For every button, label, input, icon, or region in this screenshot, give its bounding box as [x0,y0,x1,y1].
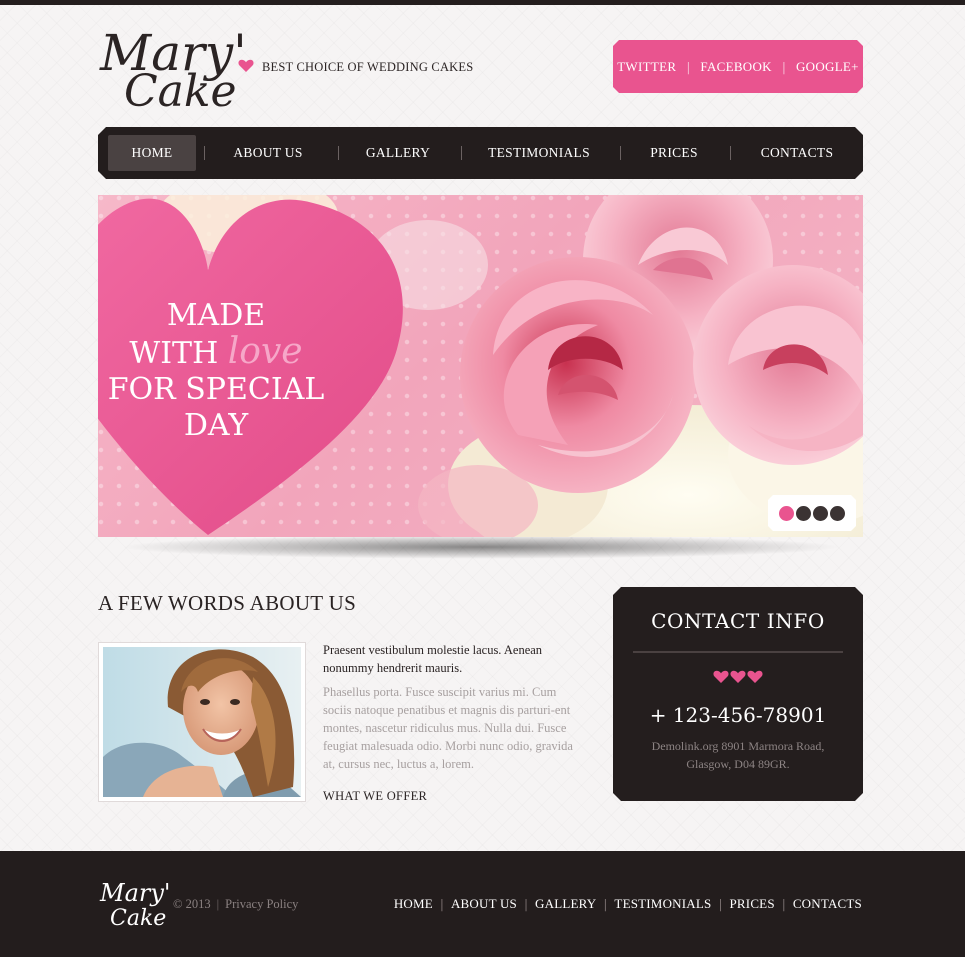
twitter-link[interactable]: TWITTER [613,59,686,75]
contact-phone: + 123-456-78901 [649,703,827,727]
footer-copyright: © 2013 | Privacy Policy [173,897,299,911]
privacy-policy-link[interactable]: Privacy Policy [225,897,298,911]
slider-shadow [118,535,843,559]
footer-nav-prices[interactable]: PRICES [729,896,774,912]
about-body-text: Phasellus porta. Fusce suscipit varius m… [323,685,573,771]
nav-separator [620,146,621,160]
slide-heading-line-1: MADE [166,298,266,333]
contact-address: Demolink.org 8901 Marmora Road, Glasgow,… [651,739,825,771]
nav-separator [730,146,731,160]
footer-logo-line-1: Mary's [99,879,170,907]
nav-item-testimonials[interactable]: TESTIMONIALS [481,127,597,179]
footer-logo[interactable]: Mary's Cake [98,877,170,929]
nav-separator [461,146,462,160]
logo[interactable]: Mary's Cake [98,18,273,117]
tagline: BEST CHOICE OF WEDDING CAKES [262,60,474,74]
nav-item-contacts[interactable]: CONTACTS [750,127,844,179]
social-links: TWITTER | FACEBOOK | GOOGLE+ [613,40,863,93]
slide-heading-line-4: DAY [183,408,249,443]
portrait-image [103,647,301,797]
hero-slider[interactable]: MADE WITH love FOR SPECIAL DAY [98,195,863,537]
slide-heading-love: love [227,331,303,372]
about-photo [98,642,306,802]
slider-dot-4[interactable] [830,505,845,521]
about-title: A FEW WORDS ABOUT US [98,591,357,615]
slider-dot-3[interactable] [813,505,828,521]
nav-item-about-us[interactable]: ABOUT US [220,127,316,179]
google-plus-link[interactable]: GOOGLE+ [786,59,863,75]
slide-heading: MADE WITH love FOR SPECIAL DAY [98,298,334,444]
slider-dot-2[interactable] [796,505,811,521]
contact-title: CONTACT INFO [651,609,825,633]
logo-line-2: Cake [124,66,237,110]
nav-separator [204,146,205,160]
divider [633,651,843,653]
slider-pager [768,495,856,531]
main-nav: HOME ABOUT US GALLERY TESTIMONIALS PRICE… [98,127,863,179]
facebook-link[interactable]: FACEBOOK [690,59,782,75]
about-lead-text: Praesent vestibulum molestie lacus. Aene… [323,643,543,675]
copyright-text: © 2013 [173,897,211,911]
footer-nav: HOME | ABOUT US | GALLERY | TESTIMONIALS | P… [393,896,862,912]
footer-nav-testimonials[interactable]: TESTIMONIALS [614,896,711,912]
slide-heading-line-2: WITH [129,336,219,371]
nav-separator [338,146,339,160]
nav-item-home[interactable]: HOME [108,135,196,171]
footer-nav-contacts[interactable]: CONTACTS [793,896,862,912]
footer-logo-line-2: Cake [110,906,166,929]
footer-nav-home[interactable]: HOME [394,896,433,912]
nav-item-gallery[interactable]: GALLERY [354,127,442,179]
footer-nav-gallery[interactable]: GALLERY [535,896,596,912]
top-bar [0,0,965,5]
footer-nav-about-us[interactable]: ABOUT US [451,896,517,912]
contact-info-box: CONTACT INFO + 123-456-78901 Demolink.or… [613,587,863,801]
what-we-offer-link[interactable]: WHAT WE OFFER [323,789,427,804]
nav-item-prices[interactable]: PRICES [636,127,712,179]
hearts-icon [713,670,763,683]
footer: Mary's Cake © 2013|Privacy Policy HOME| … [0,851,965,957]
slider-dot-1[interactable] [779,505,794,521]
heart-icon [238,59,254,72]
slide-heading-line-3: FOR SPECIAL [107,372,325,407]
